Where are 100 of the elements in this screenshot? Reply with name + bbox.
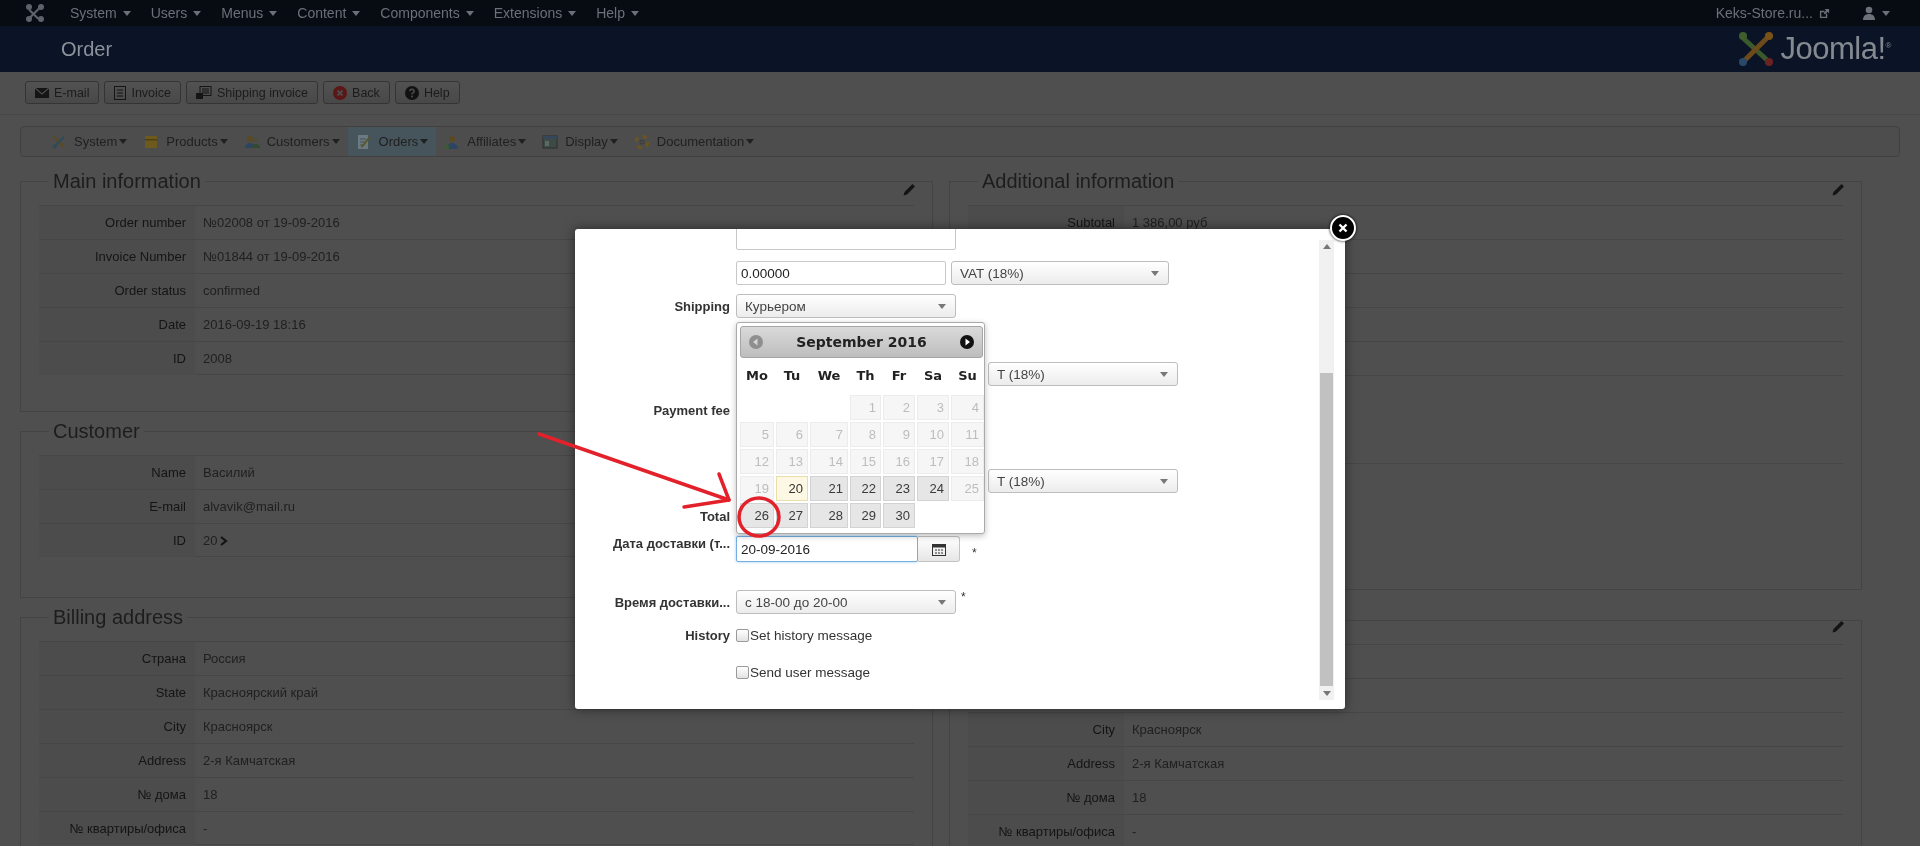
menu-button[interactable]: Components <box>370 0 484 26</box>
menu-button[interactable]: Content <box>287 0 371 26</box>
caret-icon <box>119 139 128 144</box>
calendar-day[interactable]: 24 <box>917 476 949 501</box>
row-value: - <box>1132 824 1137 839</box>
caret-icon <box>1882 10 1890 16</box>
checkbox[interactable] <box>736 628 749 642</box>
pencil-icon[interactable] <box>1831 183 1845 197</box>
required-mark: * <box>972 546 977 560</box>
calendar-icon <box>931 542 946 556</box>
caret-icon <box>193 10 202 16</box>
calendar-day[interactable]: 27 <box>776 503 808 528</box>
calendar-day[interactable]: 21 <box>810 476 848 501</box>
external-link-icon <box>1819 7 1830 19</box>
required-mark: * <box>961 590 966 604</box>
date-field[interactable]: 20-09-2016 <box>736 536 918 562</box>
caret-icon <box>568 10 577 16</box>
input-field[interactable] <box>736 229 956 250</box>
site-link[interactable]: Keks-Store.ru... <box>1715 5 1830 21</box>
calendar-day: 14 <box>810 449 848 474</box>
calendar-day: 18 <box>951 449 984 474</box>
window-icon <box>542 133 559 150</box>
field-label: Payment fee <box>653 402 730 418</box>
caret-icon <box>1160 371 1168 377</box>
calendar-day: 25 <box>951 476 984 501</box>
calendar-day[interactable]: 28 <box>810 503 848 528</box>
pencil-icon[interactable] <box>1831 620 1845 634</box>
calendar-day[interactable]: 22 <box>850 476 881 501</box>
dropdown[interactable]: с 18-00 до 20-00 <box>736 590 956 614</box>
pencil-icon[interactable] <box>902 183 916 197</box>
caret-icon <box>631 10 639 16</box>
menu-button[interactable]: Extensions <box>483 0 587 26</box>
calendar-day: 15 <box>850 449 881 474</box>
weekday-label: Mo <box>745 367 769 385</box>
menu-button[interactable]: System <box>60 0 141 26</box>
dropdown[interactable]: T (18%) <box>988 362 1178 386</box>
menu-button[interactable]: Users <box>140 0 212 26</box>
printer-icon <box>196 85 213 100</box>
weekday-label: Tu <box>782 367 802 385</box>
annotation-circle <box>737 496 781 538</box>
field-label: Total <box>699 508 730 524</box>
tools-icon <box>51 133 67 150</box>
caret-icon <box>746 139 755 144</box>
caret-icon <box>1151 270 1159 276</box>
menu-item[interactable]: Orders <box>347 127 437 156</box>
arrow-up-icon[interactable] <box>1322 244 1331 249</box>
calendar-day: 10 <box>917 422 949 447</box>
checkbox[interactable] <box>736 665 749 679</box>
calendar-day: 16 <box>883 449 915 474</box>
calendar-day[interactable]: 26 <box>740 503 774 528</box>
caret-icon <box>331 139 340 144</box>
menu-button[interactable]: Help <box>586 0 649 26</box>
calendar-day[interactable]: 23 <box>883 476 915 501</box>
caret-icon <box>938 303 946 309</box>
field-label: Время доставки... <box>614 594 730 610</box>
dropdown[interactable]: T (18%) <box>988 469 1178 493</box>
calendar-day: 9 <box>883 422 915 447</box>
caret-icon <box>122 10 131 16</box>
caret-icon <box>420 139 429 144</box>
calendar-day: 17 <box>917 449 949 474</box>
calendar-day: 2 <box>883 395 915 420</box>
logo-icon <box>1736 30 1775 68</box>
page-title: Order <box>61 37 114 61</box>
calendar-day: 5 <box>740 422 774 447</box>
weekday-label: Sa <box>922 367 944 385</box>
field-label: Дата доставки (т... <box>612 536 730 551</box>
next-icon[interactable] <box>960 335 974 349</box>
cancel-icon <box>333 85 348 100</box>
calendar-day[interactable]: 30 <box>883 503 915 528</box>
caret-icon <box>938 599 946 605</box>
document-pencil-icon <box>355 133 372 150</box>
input-field[interactable]: 0.00000 <box>736 261 946 285</box>
dropdown[interactable]: VAT (18%) <box>951 261 1169 285</box>
close-icon <box>1338 223 1348 233</box>
row-value: - <box>203 821 208 836</box>
caret-icon <box>465 10 474 16</box>
calendar-title: September 2016 <box>796 334 927 350</box>
close-button[interactable] <box>1330 215 1356 241</box>
caret-icon <box>352 10 361 16</box>
calendar-day: 7 <box>810 422 848 447</box>
previous-icon[interactable] <box>749 335 763 349</box>
calendar-day[interactable]: 29 <box>850 503 881 528</box>
dropdown[interactable]: Курьером <box>736 294 956 318</box>
calendar-button[interactable] <box>918 536 960 562</box>
scrollbar[interactable] <box>1319 240 1334 700</box>
calendar-day: 6 <box>776 422 808 447</box>
caret-icon <box>269 10 278 16</box>
ring-icon <box>633 133 650 150</box>
envelope-icon <box>35 86 49 99</box>
chevron-icon[interactable] <box>220 535 229 546</box>
calendar-day[interactable]: 20 <box>776 476 808 501</box>
weekday-label: Fr <box>890 367 908 385</box>
calendar-day: 3 <box>917 395 949 420</box>
caret-icon <box>609 139 618 144</box>
menu-button[interactable]: Menus <box>211 0 288 26</box>
person-icon <box>444 133 461 150</box>
arrow-down-icon[interactable] <box>1322 691 1331 696</box>
logo-icon[interactable] <box>25 3 45 23</box>
box-icon <box>143 133 160 150</box>
calendar-day: 19 <box>740 476 774 501</box>
